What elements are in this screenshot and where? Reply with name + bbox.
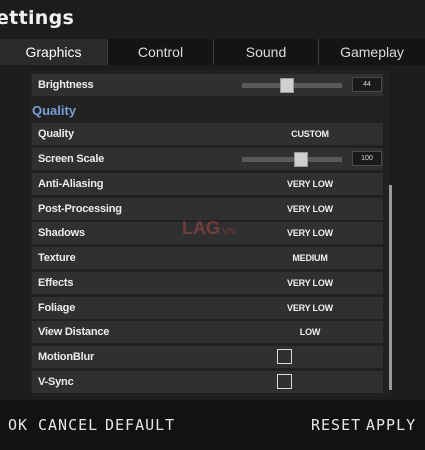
- view-distance-value[interactable]: LOW: [262, 321, 358, 343]
- effects-value[interactable]: VERY LOW: [262, 272, 358, 294]
- settings-panel: Brightness 44 Quality Quality CUSTOM Scr…: [30, 70, 390, 396]
- tab-control[interactable]: Control: [107, 39, 213, 65]
- shadows-row[interactable]: Shadows VERY LOW: [32, 222, 383, 244]
- quality-value[interactable]: CUSTOM: [262, 123, 358, 145]
- anti-aliasing-value[interactable]: VERY LOW: [262, 173, 358, 195]
- brightness-label: Brightness: [38, 79, 94, 91]
- tab-sound[interactable]: Sound: [213, 39, 318, 65]
- texture-label: Texture: [38, 252, 76, 264]
- brightness-value[interactable]: 44: [352, 77, 382, 92]
- view-distance-row[interactable]: View Distance LOW: [32, 321, 383, 343]
- tab-bar: Graphics Control Sound Gameplay: [0, 39, 425, 65]
- shadows-label: Shadows: [38, 227, 85, 239]
- screen-scale-slider[interactable]: [242, 152, 342, 167]
- quality-row[interactable]: Quality CUSTOM: [32, 123, 383, 145]
- texture-value[interactable]: MEDIUM: [262, 247, 358, 269]
- vsync-checkbox[interactable]: [277, 374, 292, 389]
- vsync-row: V-Sync: [32, 371, 383, 393]
- tab-graphics[interactable]: Graphics: [0, 39, 107, 65]
- apply-button[interactable]: APPLY: [366, 416, 416, 434]
- motion-blur-row: MotionBlur: [32, 346, 383, 368]
- post-processing-label: Post-Processing: [38, 203, 122, 215]
- effects-label: Effects: [38, 277, 74, 289]
- anti-aliasing-label: Anti-Aliasing: [38, 178, 104, 190]
- shadows-value[interactable]: VERY LOW: [262, 222, 358, 244]
- post-processing-value[interactable]: VERY LOW: [262, 198, 358, 220]
- motion-blur-label: MotionBlur: [38, 351, 95, 363]
- brightness-slider[interactable]: [242, 78, 342, 93]
- footer-bar: OK CANCEL DEFAULT RESET APPLY: [0, 400, 425, 450]
- ok-button[interactable]: OK: [8, 416, 28, 434]
- effects-row[interactable]: Effects VERY LOW: [32, 272, 383, 294]
- view-distance-label: View Distance: [38, 326, 110, 338]
- screen-scale-slider-thumb[interactable]: [294, 152, 308, 167]
- default-button[interactable]: DEFAULT: [105, 416, 175, 434]
- window-title: ettings: [0, 7, 75, 29]
- texture-row[interactable]: Texture MEDIUM: [32, 247, 383, 269]
- reset-button[interactable]: RESET: [311, 416, 361, 434]
- screen-scale-label: Screen Scale: [38, 153, 105, 165]
- screen-scale-row: Screen Scale 100: [32, 148, 383, 170]
- quality-label: Quality: [38, 128, 74, 140]
- foliage-label: Foliage: [38, 302, 76, 314]
- foliage-value[interactable]: VERY LOW: [262, 297, 358, 319]
- brightness-row: Brightness 44: [32, 74, 383, 96]
- post-processing-row[interactable]: Post-Processing VERY LOW: [32, 198, 383, 220]
- anti-aliasing-row[interactable]: Anti-Aliasing VERY LOW: [32, 173, 383, 195]
- scrollbar[interactable]: [389, 185, 392, 390]
- cancel-button[interactable]: CANCEL: [38, 416, 98, 434]
- motion-blur-checkbox[interactable]: [277, 349, 292, 364]
- foliage-row[interactable]: Foliage VERY LOW: [32, 297, 383, 319]
- vsync-label: V-Sync: [38, 376, 74, 388]
- tab-gameplay[interactable]: Gameplay: [318, 39, 425, 65]
- section-heading-quality: Quality: [32, 103, 77, 118]
- brightness-slider-thumb[interactable]: [280, 78, 294, 93]
- screen-scale-value[interactable]: 100: [352, 151, 382, 166]
